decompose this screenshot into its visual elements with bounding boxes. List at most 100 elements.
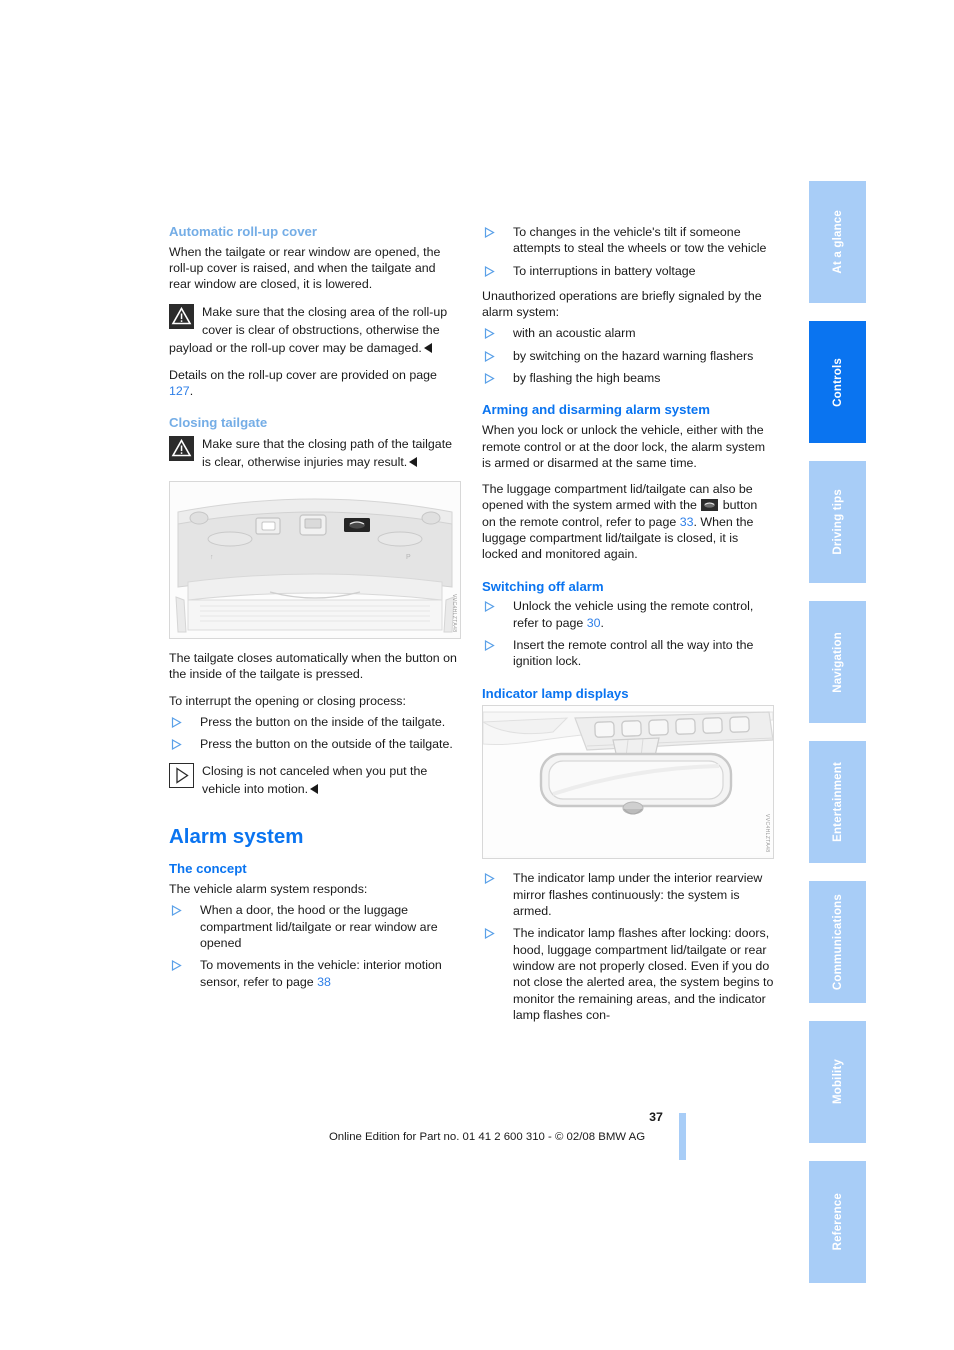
- rollup-details-lead: Details on the roll-up cover are provide…: [169, 367, 437, 382]
- list-item-text: by switching on the hazard warning flash…: [513, 348, 754, 363]
- paragraph-interrupt-lead: To interrupt the opening or closing proc…: [169, 693, 406, 708]
- list-item-text: Press the button on the inside of the ta…: [200, 715, 446, 730]
- svg-text:↑: ↑: [210, 554, 214, 561]
- list-item: with an acoustic alarm: [482, 325, 774, 341]
- tab-label: Reference: [831, 1193, 844, 1251]
- footer-edition-text: Online Edition for Part no. 01 41 2 600 …: [328, 1131, 646, 1143]
- page-reference-127[interactable]: 127: [169, 384, 190, 398]
- list-alarm-signals: with an acoustic alarm by switching on t…: [482, 325, 774, 386]
- triangle-bullet-icon: [484, 601, 495, 613]
- list-item-text: When a door, the hood or the luggage com…: [200, 903, 438, 950]
- tab-label: Navigation: [831, 631, 844, 693]
- heading-the-concept: The concept: [169, 861, 247, 877]
- page-title-alarm-system: Alarm system: [169, 824, 304, 848]
- list-item-text: Unlock the vehicle using the remote cont…: [513, 599, 754, 630]
- svg-text:P: P: [406, 554, 411, 561]
- list-switching-off-steps: Unlock the vehicle using the remote cont…: [482, 598, 774, 669]
- paragraph-signaled-lead: Unauthorized operations are briefly sign…: [482, 288, 762, 320]
- page-reference-33[interactable]: 33: [680, 515, 694, 529]
- list-item: Press the button on the outside of the t…: [169, 736, 461, 752]
- list-alarm-responds-right: To changes in the vehicle's tilt if some…: [482, 224, 774, 279]
- tab-label: Mobility: [831, 1059, 844, 1105]
- list-item-text: To interruptions in battery voltage: [513, 263, 696, 278]
- list-item: The indicator lamp flashes after locking…: [482, 925, 774, 1023]
- heading-arming-disarming: Arming and disarming alarm system: [482, 402, 710, 418]
- triangle-bullet-icon: [484, 873, 495, 885]
- figure-code: VVC4HLZTA48: [764, 813, 770, 853]
- triangle-bullet-icon: [484, 373, 495, 385]
- list-item: When a door, the hood or the luggage com…: [169, 902, 461, 951]
- paragraph-tailgate-auto: The tailgate closes automatically when t…: [169, 651, 457, 682]
- tab-entertainment[interactable]: Entertainment: [809, 741, 866, 863]
- tab-at-a-glance[interactable]: At a glance: [809, 181, 866, 303]
- list-item: Insert the remote control all the way in…: [482, 637, 774, 670]
- list-item-text: Insert the remote control all the way in…: [513, 638, 754, 669]
- list-alarm-responds-left: When a door, the hood or the luggage com…: [169, 902, 461, 989]
- tab-label: Communications: [831, 893, 844, 991]
- tab-communications[interactable]: Communications: [809, 881, 866, 1003]
- warning-note-text: Make sure that the closing area of the r…: [169, 304, 448, 355]
- heading-indicator-lamp-displays: Indicator lamp displays: [482, 685, 629, 701]
- triangle-bullet-icon: [171, 905, 182, 917]
- list-indicator-lamp-states: The indicator lamp under the interior re…: [482, 870, 774, 1023]
- paragraph-concept-lead: The vehicle alarm system responds:: [169, 882, 368, 897]
- triangle-bullet-icon: [484, 328, 495, 340]
- note-end-marker: [409, 457, 418, 468]
- figure-rearview-mirror: VVC4HLZTA48: [482, 705, 774, 860]
- tab-label: Driving tips: [831, 489, 844, 555]
- right-text-column: To changes in the vehicle's tilt if some…: [482, 224, 774, 1032]
- tab-navigation[interactable]: Navigation: [809, 601, 866, 723]
- list-item-text-tail: .: [600, 615, 604, 630]
- manual-page: At a glance Controls Driving tips Naviga…: [0, 0, 954, 1350]
- paragraph-rollup-details: Details on the roll-up cover are provide…: [169, 367, 461, 400]
- list-item-text: To changes in the vehicle's tilt if some…: [513, 225, 767, 256]
- list-item: Press the button on the inside of the ta…: [169, 714, 461, 730]
- warning-triangle-icon: [169, 436, 194, 462]
- heading-automatic-roll-up-cover: Automatic roll-up cover: [169, 224, 318, 239]
- list-item: Unlock the vehicle using the remote cont…: [482, 598, 774, 631]
- figure-code: VVC4HLZTA48: [451, 593, 457, 633]
- rollup-details-tail: .: [189, 384, 194, 399]
- list-item: To interruptions in battery voltage: [482, 263, 774, 279]
- note-end-marker: [310, 783, 319, 794]
- list-item: by switching on the hazard warning flash…: [482, 348, 774, 364]
- tab-mobility[interactable]: Mobility: [809, 1021, 866, 1143]
- page-reference-30[interactable]: 30: [587, 616, 601, 630]
- list-item: To movements in the vehicle: interior mo…: [169, 957, 461, 990]
- warning-note-rollup: Make sure that the closing area of the r…: [169, 303, 461, 357]
- list-item: The indicator lamp under the interior re…: [482, 870, 774, 919]
- heading-closing-tailgate: Closing tailgate: [169, 415, 268, 431]
- tab-label: Controls: [831, 357, 844, 407]
- page-reference-38[interactable]: 38: [317, 975, 331, 989]
- triangle-bullet-icon: [484, 265, 495, 277]
- paragraph-rollup-intro: When the tailgate or rear window are ope…: [169, 244, 441, 292]
- paragraph-arming-1: When you lock or unlock the vehicle, eit…: [482, 423, 766, 470]
- figure-tailgate-interior: ↑ P VVC4HLZTA48: [169, 481, 461, 640]
- list-item-text: The indicator lamp under the interior re…: [513, 871, 763, 919]
- note-end-marker: [423, 342, 432, 353]
- warning-triangle-icon: [169, 303, 194, 329]
- page-number: 37: [649, 1110, 663, 1124]
- list-interrupt-steps: Press the button on the inside of the ta…: [169, 714, 461, 753]
- tab-controls[interactable]: Controls: [809, 321, 866, 443]
- triangle-bullet-icon: [484, 640, 495, 652]
- left-text-column: Automatic roll-up cover When the tailgat…: [169, 224, 461, 999]
- heading-switching-off-alarm: Switching off alarm: [482, 578, 604, 594]
- triangle-bullet-icon: [484, 227, 495, 238]
- list-item-text: Press the button on the outside of the t…: [200, 737, 453, 752]
- triangle-bullet-icon: [484, 350, 495, 362]
- tab-driving-tips[interactable]: Driving tips: [809, 461, 866, 583]
- triangle-bullet-icon: [484, 928, 495, 940]
- tab-reference[interactable]: Reference: [809, 1161, 866, 1283]
- list-item-text: The indicator lamp flashes after locking…: [513, 926, 774, 1022]
- triangle-bullet-icon: [171, 717, 182, 729]
- list-item: To changes in the vehicle's tilt if some…: [482, 224, 774, 257]
- tab-label: At a glance: [831, 210, 844, 274]
- triangle-bullet-icon: [171, 960, 182, 972]
- triangle-bullet-icon: [171, 739, 182, 751]
- trunk-release-button-icon: [701, 499, 719, 512]
- chapter-tab-rail: At a glance Controls Driving tips Naviga…: [809, 181, 866, 1283]
- tab-label: Entertainment: [831, 762, 844, 842]
- list-item-text: by flashing the high beams: [513, 371, 661, 386]
- warning-note-closing-tailgate: Make sure that the closing path of the t…: [169, 435, 461, 471]
